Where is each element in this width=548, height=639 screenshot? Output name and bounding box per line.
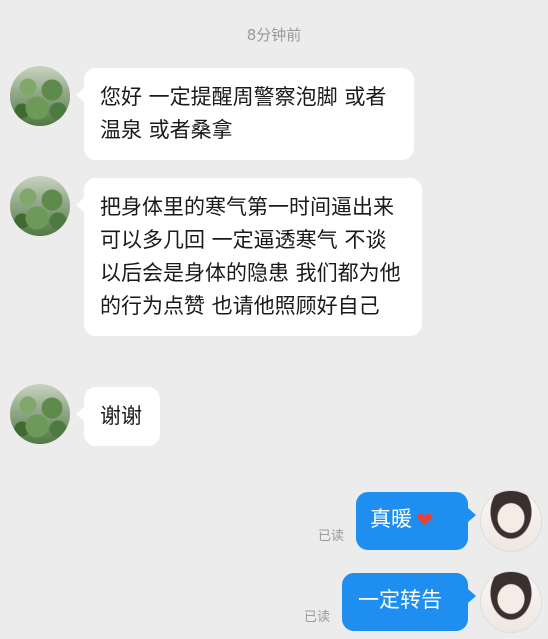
user-avatar[interactable] (480, 571, 542, 633)
message-bubble-outgoing[interactable]: 真暖 ❤ (356, 492, 476, 550)
read-status: 已读 (304, 610, 331, 625)
message-bubble-outgoing[interactable]: 一定转告 (342, 573, 476, 631)
contact-avatar[interactable] (10, 176, 70, 236)
message-bubble-incoming[interactable]: 您好 一定提醒周警察泡脚 或者温泉 或者桑拿 (76, 68, 414, 160)
chat-timestamp: 8分钟前 (246, 26, 302, 44)
message-text: 谢谢 (100, 404, 142, 428)
message-text: 把身体里的寒气第一时间逼出来 可以多几回 一定逼透寒气 不谈以后会是身体的隐患 … (100, 195, 401, 318)
message-text: 一定转告 (358, 588, 442, 612)
contact-avatar[interactable] (10, 384, 70, 444)
user-avatar[interactable] (480, 490, 542, 552)
heart-icon: ❤ (416, 508, 434, 532)
read-status: 已读 (318, 529, 345, 544)
message-text: 真暖 (370, 507, 412, 531)
message-bubble-incoming[interactable]: 把身体里的寒气第一时间逼出来 可以多几回 一定逼透寒气 不谈以后会是身体的隐患 … (76, 178, 422, 336)
contact-avatar[interactable] (10, 66, 70, 126)
message-text: 您好 一定提醒周警察泡脚 或者温泉 或者桑拿 (100, 85, 387, 142)
message-bubble-incoming[interactable]: 谢谢 (76, 387, 160, 446)
